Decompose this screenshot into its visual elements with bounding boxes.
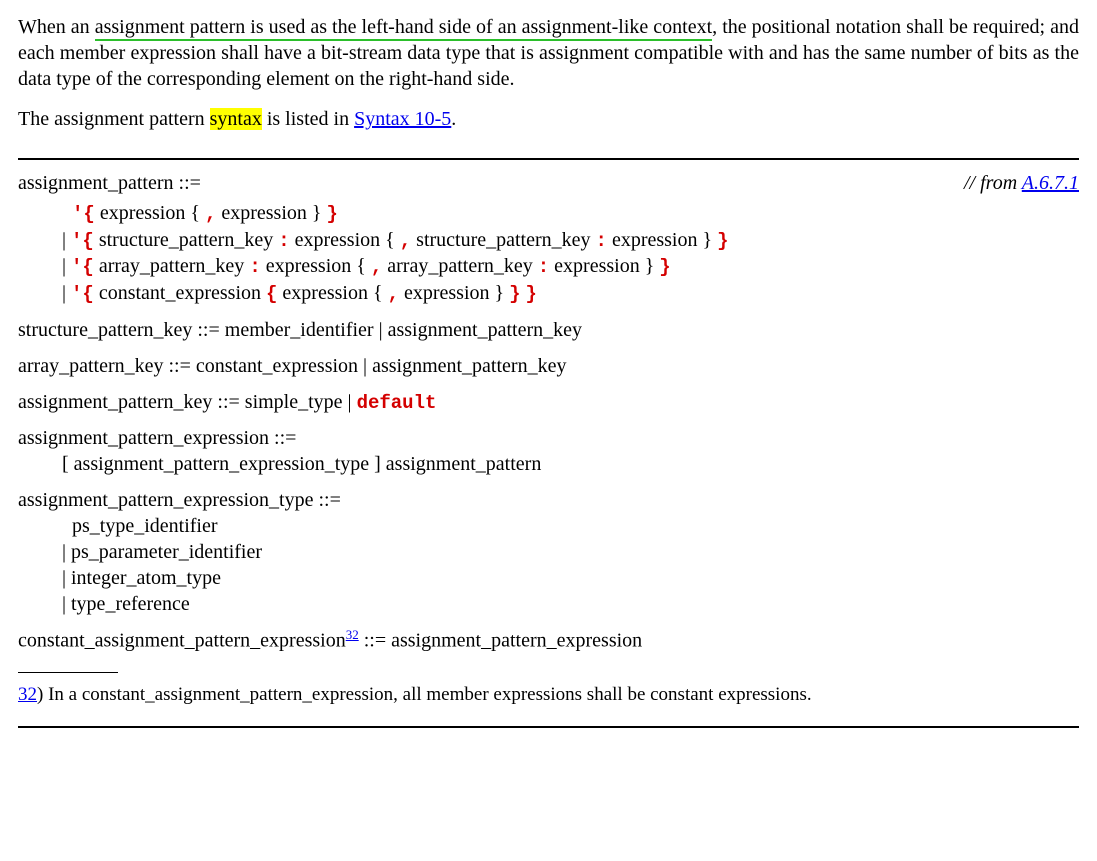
alt-c: | '{ array_pattern_key : expression { , … — [18, 253, 1079, 280]
footnote-number-link[interactable]: 32 — [18, 684, 37, 705]
tick-open-a: '{ — [72, 203, 95, 225]
alt-b-4: expression } — [607, 229, 717, 251]
rule-assignment-pattern-head: assignment_pattern ::= — [18, 170, 201, 196]
alt-b-3: structure_pattern_key — [411, 229, 595, 251]
alt-c-2: expression { — [261, 255, 371, 277]
paragraph-2: The assignment pattern syntax is listed … — [18, 106, 1079, 132]
rule-constant-assignment-pattern-expression: constant_assignment_pattern_expression32… — [18, 627, 1079, 654]
alt-c-3: array_pattern_key — [382, 255, 537, 277]
para1-pre: When an — [18, 16, 95, 38]
rule-apet-c: | integer_atom_type — [18, 565, 1079, 591]
comma-d: , — [388, 283, 399, 305]
alt-b-1: structure_pattern_key — [94, 229, 278, 251]
close-a: } — [327, 203, 338, 225]
rule-apet-head: assignment_pattern_expression_type ::= — [18, 487, 1079, 513]
alt-d-3: expression } — [399, 282, 509, 304]
tick-open-d: '{ — [71, 283, 94, 305]
para2-mid: is listed in — [262, 108, 354, 130]
rule-cape-post: ::= assignment_pattern_expression — [359, 630, 642, 652]
colon-b1: : — [278, 230, 289, 252]
rule-cape-pre: constant_assignment_pattern_expression — [18, 630, 346, 652]
alt-c-4: expression } — [549, 255, 659, 277]
alt-c-1: array_pattern_key — [94, 255, 249, 277]
rule-ape-body: [ assignment_pattern_expression_type ] a… — [18, 451, 1079, 477]
syntax-header-row: assignment_pattern ::= // from A.6.7.1 — [18, 170, 1079, 196]
alt-b: | '{ structure_pattern_key : expression … — [18, 227, 1079, 254]
syntax-highlight: syntax — [210, 108, 262, 130]
from-ref-link[interactable]: A.6.7.1 — [1022, 172, 1079, 194]
tick-open-b: '{ — [71, 230, 94, 252]
rule-apet-d: | type_reference — [18, 591, 1079, 617]
from-label: // from — [964, 172, 1022, 194]
pipe-d: | — [62, 282, 71, 304]
from-reference: // from A.6.7.1 — [964, 170, 1079, 196]
default-keyword: default — [357, 392, 437, 414]
para1-underline: assignment pattern is used as the left-h… — [95, 16, 712, 41]
rule-apet-b: | ps_parameter_identifier — [18, 539, 1079, 565]
tick-open-c: '{ — [71, 256, 94, 278]
alt-a: '{ expression { , expression } } — [18, 200, 1079, 227]
alt-d-1: constant_expression — [94, 282, 266, 304]
footnote-text: In a constant_assignment_pattern_express… — [48, 684, 812, 705]
alt-a-2: expression } — [216, 202, 326, 224]
pipe-b: | — [62, 229, 71, 251]
rule-ape-head: assignment_pattern_expression ::= — [18, 425, 1079, 451]
alt-a-1: expression { — [95, 202, 205, 224]
alt-d-2: expression { — [277, 282, 387, 304]
rule-assignment-pattern-body: '{ expression { , expression } } | '{ st… — [18, 200, 1079, 307]
syntax-link[interactable]: Syntax 10-5 — [354, 108, 451, 130]
alt-d: | '{ constant_expression { expression { … — [18, 280, 1079, 307]
rule-assignment-pattern-key: assignment_pattern_key ::= simple_type |… — [18, 389, 1079, 416]
footnote-separator — [18, 672, 118, 673]
colon-b2: : — [596, 230, 607, 252]
apet-a-text: ps_type_identifier — [72, 515, 218, 537]
footnote-ref-32[interactable]: 32 — [346, 627, 359, 642]
colon-c2: : — [538, 256, 549, 278]
rule-assignment-pattern-expression-type: assignment_pattern_expression_type ::= p… — [18, 487, 1079, 617]
close-c: } — [659, 256, 670, 278]
paragraph-1: When an assignment pattern is used as th… — [18, 14, 1079, 92]
alt-b-2: expression { — [290, 229, 400, 251]
pipe-c: | — [62, 255, 71, 277]
rule-structure-pattern-key: structure_pattern_key ::= member_identif… — [18, 317, 1079, 343]
rule-assignment-pattern-expression: assignment_pattern_expression ::= [ assi… — [18, 425, 1079, 477]
para2-pre: The assignment pattern — [18, 108, 210, 130]
para2-post: . — [451, 108, 456, 130]
comma-b: , — [400, 230, 411, 252]
syntax-box: assignment_pattern ::= // from A.6.7.1 '… — [18, 158, 1079, 728]
rule-apk-pre: assignment_pattern_key ::= simple_type | — [18, 391, 357, 413]
close-b: } — [717, 230, 728, 252]
colon-c1: : — [249, 256, 260, 278]
close-d: } — [526, 283, 537, 305]
open2-d: { — [266, 283, 277, 305]
rule-array-pattern-key: array_pattern_key ::= constant_expressio… — [18, 353, 1079, 379]
close2-d: } — [509, 283, 520, 305]
comma-c: , — [371, 256, 382, 278]
comma-a: , — [205, 203, 216, 225]
footnote-32: 32) In a constant_assignment_pattern_exp… — [18, 683, 1079, 716]
footnote-sep-text: ) — [37, 684, 48, 705]
rule-apet-a: ps_type_identifier — [18, 513, 1079, 539]
